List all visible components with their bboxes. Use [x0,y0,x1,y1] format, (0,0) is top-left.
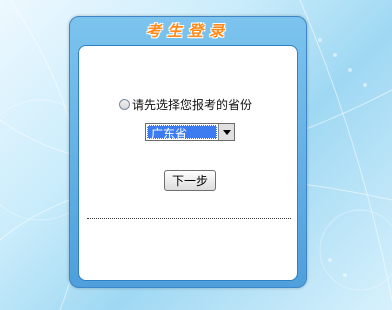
dotted-divider [87,218,291,219]
province-select[interactable]: 广东省 [145,123,235,141]
province-select-value: 广东省 [147,125,217,141]
next-step-button[interactable]: 下一步 [164,170,216,191]
chevron-down-icon[interactable] [218,124,234,140]
province-prompt-row: 请先选择您报考的省份 [119,96,252,113]
login-panel: 考生登录 请先选择您报考的省份 广东省 下一步 [69,16,307,288]
radio-bullet-icon [119,99,130,110]
province-prompt-text: 请先选择您报考的省份 [132,98,253,112]
login-panel-body: 请先选择您报考的省份 广东省 下一步 [78,45,298,281]
panel-title: 考生登录 [145,22,230,40]
